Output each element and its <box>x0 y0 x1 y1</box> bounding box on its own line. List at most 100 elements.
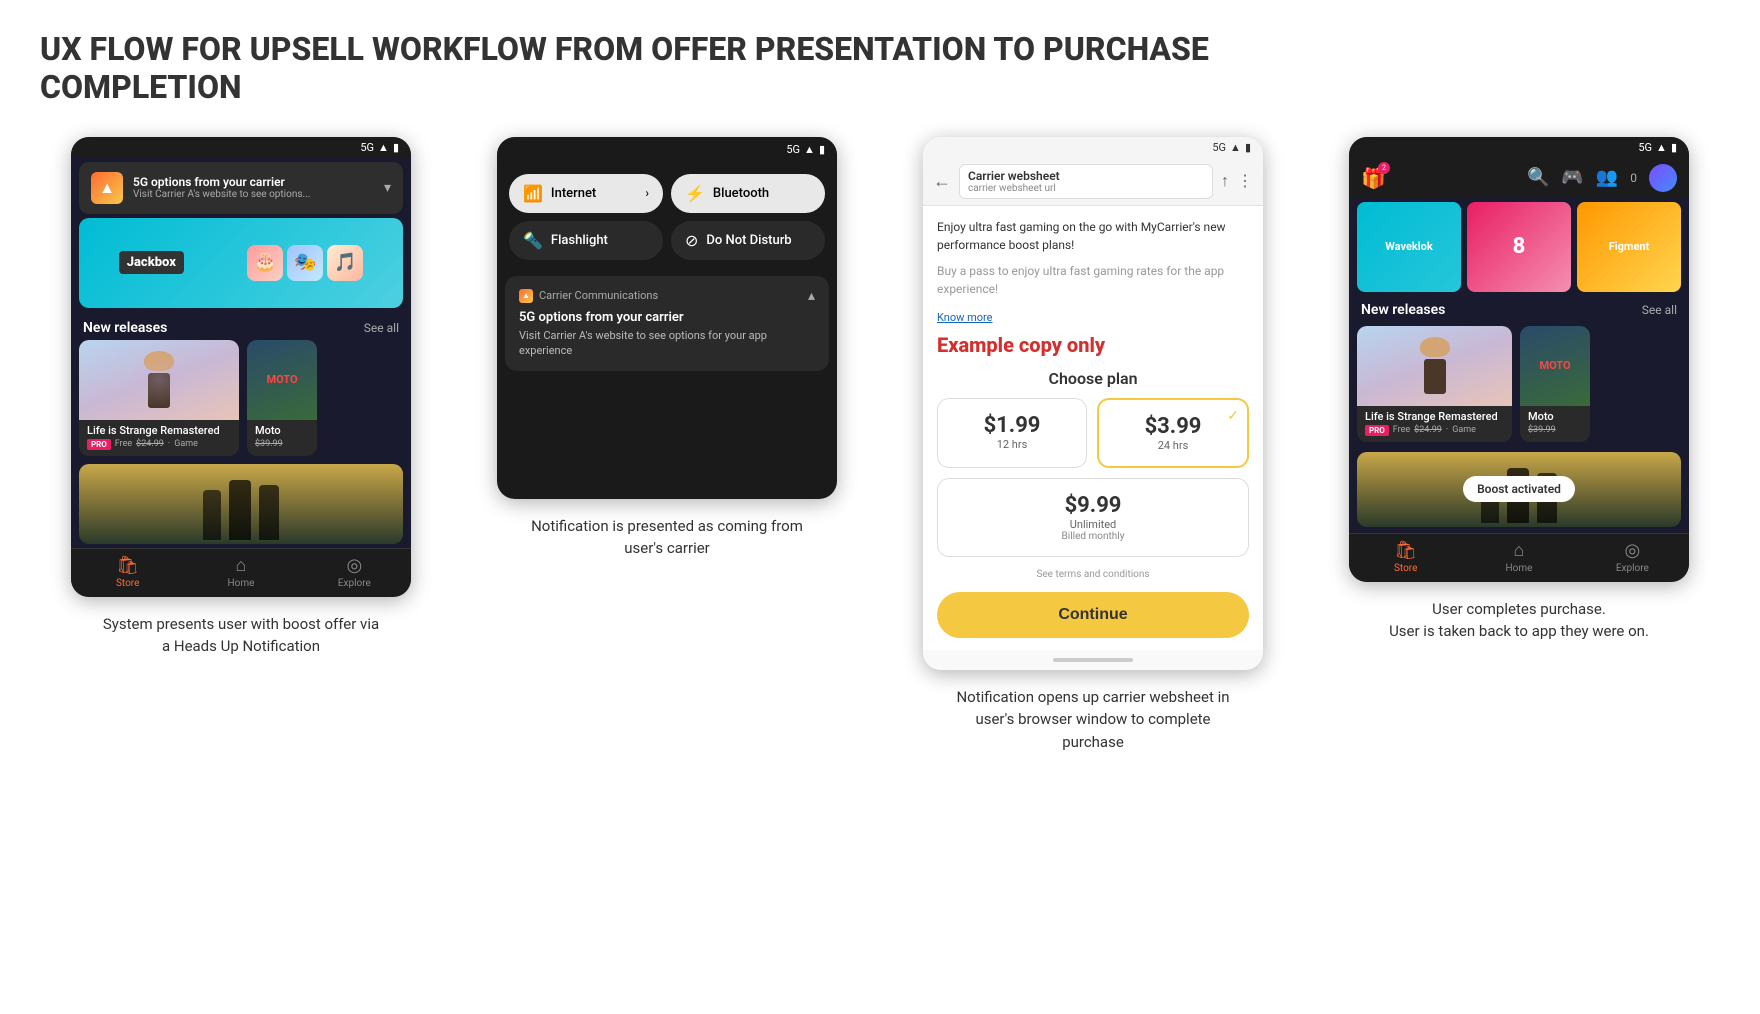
home-icon: ⌂ <box>236 555 247 576</box>
s3-know-more-link[interactable]: Know more <box>937 311 993 324</box>
s1-hun-chevron-icon[interactable]: ▾ <box>384 180 391 196</box>
s4-wifi-icon: ▲ <box>1656 141 1667 154</box>
s4-notification-badge: 2 <box>1378 162 1390 174</box>
store-icon: 🛍 <box>116 555 139 576</box>
s1-statusbar: 5G ▲ ▮ <box>71 137 411 158</box>
s1-moto-thumb: MOTO <box>247 340 317 420</box>
s2-notif-expand-icon[interactable]: ▴ <box>808 288 815 304</box>
s1-hero-banner[interactable] <box>79 464 403 544</box>
s4-topbar-right: 🔍 🎮 👥 0 <box>1527 164 1677 192</box>
s4-nav-home[interactable]: ⌂ Home <box>1462 540 1575 574</box>
s4-figment-thumb[interactable]: Figment <box>1577 202 1681 292</box>
s1-moto-info: Moto $39.99 <box>247 420 317 455</box>
screen1-wrapper: 5G ▲ ▮ ▲ 5G options from your carrier Vi… <box>40 137 442 658</box>
s4-lis-card[interactable]: Life is Strange Remastered PRO Free $24.… <box>1357 326 1512 442</box>
s1-lis-info: Life is Strange Remastered PRO Free $24.… <box>79 420 239 456</box>
s1-games-row: Life is Strange Remastered PRO Free $24.… <box>71 340 411 464</box>
s1-soldier-art <box>79 464 403 544</box>
s4-people-icon[interactable]: 👥 <box>1596 167 1618 188</box>
lis-artwork <box>79 340 239 420</box>
s1-lis-thumb <box>79 340 239 420</box>
s4-store-icon: 🛍 <box>1394 540 1417 561</box>
s4-lis-meta: PRO Free $24.99 · Game <box>1365 425 1504 436</box>
s2-statusbar: 5G ▲ ▮ <box>497 137 837 162</box>
s4-gamepad-icon[interactable]: 🎮 <box>1561 167 1583 188</box>
s4-battery-icon: ▮ <box>1671 141 1677 154</box>
s1-nav-store[interactable]: 🛍 Store <box>71 555 184 589</box>
s2-qs-flashlight[interactable]: 🔦 Flashlight <box>509 221 663 260</box>
s3-example-label: Example copy only <box>937 333 1249 357</box>
s4-home-icon: ⌂ <box>1514 540 1525 561</box>
s4-signal: 5G <box>1638 141 1652 154</box>
s2-notif-header: ▲ Carrier Communications ▴ <box>519 288 815 304</box>
s4-moto-card[interactable]: MOTO Moto $39.99 <box>1520 326 1590 442</box>
screen2-caption: Notification is presented as coming from… <box>527 515 807 560</box>
s3-browser-actions: ↑ ⋮ <box>1221 171 1253 191</box>
bluetooth-icon: ⚡ <box>685 184 705 203</box>
s4-nav-explore[interactable]: ◎ Explore <box>1576 540 1689 574</box>
s1-moto-card[interactable]: MOTO Moto $39.99 <box>247 340 317 456</box>
s1-nav-home[interactable]: ⌂ Home <box>184 555 297 589</box>
s3-back-button[interactable]: ← <box>933 171 951 192</box>
qs-chevron-icon: › <box>645 186 649 200</box>
jackbox-logo: Jackbox <box>119 251 184 274</box>
s4-search-icon[interactable]: 🔍 <box>1527 167 1549 188</box>
s2-qs-bluetooth[interactable]: ⚡ Bluetooth <box>671 174 825 213</box>
explore-icon: ◎ <box>346 555 362 576</box>
s2-notif-app-row: ▲ Carrier Communications <box>519 289 658 303</box>
s4-people-count: 0 <box>1630 171 1637 185</box>
screen1-caption: System presents user with boost offer vi… <box>101 613 381 658</box>
s1-nav-explore[interactable]: ◎ Explore <box>298 555 411 589</box>
screen3-wrapper: 5G ▲ ▮ ← Carrier websheet carrier webshe… <box>892 137 1294 754</box>
s2-qs-internet[interactable]: 📶 Internet › <box>509 174 663 213</box>
s3-more-icon[interactable]: ⋮ <box>1237 171 1253 191</box>
s1-lis-meta: PRO Free $24.99 · Game <box>87 439 231 450</box>
s4-moto-artwork: MOTO <box>1520 326 1590 406</box>
carrier-app-icon: ▲ <box>519 289 533 303</box>
s1-game-icons: 🎂 🎭 🎵 <box>247 245 363 281</box>
s1-moto-meta: $39.99 <box>255 439 309 449</box>
s4-lis-thumb <box>1357 326 1512 406</box>
s3-url-bar[interactable]: Carrier websheet carrier websheet url <box>959 164 1213 199</box>
s4-nav-store[interactable]: 🛍 Store <box>1349 540 1462 574</box>
s2-qs-dnd[interactable]: ⊘ Do Not Disturb <box>671 221 825 260</box>
s4-topbar: 🎁 2 🔍 🎮 👥 0 <box>1349 158 1689 198</box>
s4-new-releases-header: New releases See all <box>1349 298 1689 322</box>
screen3-phone: 5G ▲ ▮ ← Carrier websheet carrier webshe… <box>923 137 1263 670</box>
s3-battery-icon: ▮ <box>1245 141 1251 154</box>
s4-lis-artwork <box>1357 326 1512 406</box>
s4-topbar-left: 🎁 2 <box>1361 166 1386 190</box>
s3-share-icon[interactable]: ↑ <box>1221 171 1229 191</box>
s3-plan-2-card[interactable]: ✓ $3.99 24 hrs <box>1097 398 1249 468</box>
s4-gift-badge[interactable]: 🎁 2 <box>1361 166 1386 190</box>
s1-banner-content: Jackbox 🎂 🎭 🎵 <box>79 237 403 289</box>
screen2-wrapper: 5G ▲ ▮ 📶 Internet › ⚡ Bluetooth 🔦 <box>466 137 868 560</box>
s4-app-banner: Waveklok 8 Figment <box>1349 198 1689 298</box>
s4-hero-content: Boost activated <box>1357 452 1681 527</box>
s1-app-banner: Jackbox 🎂 🎭 🎵 <box>79 218 403 308</box>
s3-plan-1-card[interactable]: $1.99 12 hrs <box>937 398 1087 468</box>
s4-waveklok-thumb[interactable]: Waveklok <box>1357 202 1461 292</box>
s4-user-avatar[interactable] <box>1649 164 1677 192</box>
s2-carrier-notification[interactable]: ▲ Carrier Communications ▴ 5G options fr… <box>505 276 829 371</box>
s2-empty-area <box>497 379 837 499</box>
s4-eight-thumb[interactable]: 8 <box>1467 202 1571 292</box>
s3-plan2-check-icon: ✓ <box>1227 408 1239 424</box>
s2-battery-icon: ▮ <box>819 143 825 156</box>
s1-lis-card[interactable]: Life is Strange Remastered PRO Free $24.… <box>79 340 239 456</box>
s3-plan-3-card[interactable]: $9.99 Unlimited Billed monthly <box>937 478 1249 557</box>
s1-battery-icon: ▮ <box>393 141 399 154</box>
s1-game-icon-2: 🎭 <box>287 245 323 281</box>
s1-hun[interactable]: ▲ 5G options from your carrier Visit Car… <box>79 162 403 214</box>
s4-statusbar: 5G ▲ ▮ <box>1349 137 1689 158</box>
s1-wifi-icon: ▲ <box>378 141 389 154</box>
flashlight-icon: 🔦 <box>523 231 543 250</box>
s4-lis-info: Life is Strange Remastered PRO Free $24.… <box>1357 406 1512 442</box>
s1-hun-app-icon: ▲ <box>91 172 123 204</box>
s3-terms: See terms and conditions <box>937 569 1249 580</box>
s3-content: Enjoy ultra fast gaming on the go with M… <box>923 206 1263 650</box>
screen2-phone: 5G ▲ ▮ 📶 Internet › ⚡ Bluetooth 🔦 <box>497 137 837 499</box>
s3-continue-button[interactable]: Continue <box>937 592 1249 638</box>
screen1-phone: 5G ▲ ▮ ▲ 5G options from your carrier Vi… <box>71 137 411 597</box>
s3-home-indicator <box>923 650 1263 670</box>
